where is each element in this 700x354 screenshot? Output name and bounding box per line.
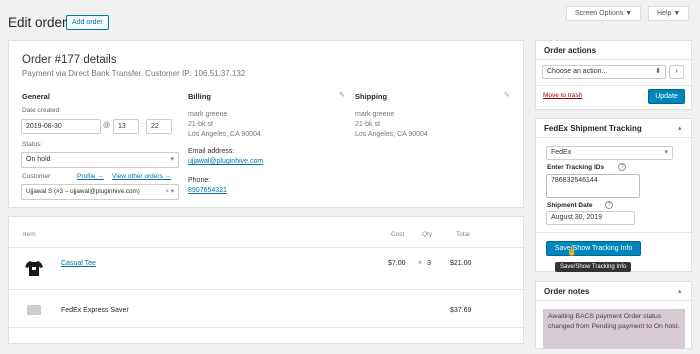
hour-input[interactable]: 13 — [113, 119, 139, 134]
col-qty: Qty — [422, 231, 433, 238]
col-item: Item — [23, 231, 36, 238]
status-label: Status: — [22, 141, 43, 148]
view-other-orders-link[interactable]: View other orders → — [112, 173, 171, 180]
items-divider — [9, 289, 523, 290]
clear-icon[interactable]: × ▾ — [165, 185, 174, 199]
shipping-name: mark greene — [355, 111, 395, 118]
collapse-toggle-icon[interactable]: ▴ — [678, 287, 682, 295]
order-notes-panel: Order notes ▴ Awaiting BACS payment Orde… — [535, 281, 692, 349]
fedex-tracking-panel: FedEx Shipment Tracking ▴ FedEx ▾ Enter … — [535, 118, 692, 272]
col-total: Total — [456, 231, 470, 238]
time-colon: : — [141, 122, 143, 129]
order-action-value: Choose an action... — [547, 68, 608, 75]
save-show-tracking-button[interactable]: Save/Show Tracking Info — [546, 241, 641, 256]
shipping-city: Los Angeles, CA 90004 — [355, 131, 428, 138]
general-heading: General — [22, 92, 50, 101]
order-data-panel: Order #177 details Payment via Direct Ba… — [8, 40, 524, 208]
billing-address: mark greene 21-bk st Los Angeles, CA 900… — [188, 110, 261, 140]
help-icon[interactable]: ? — [605, 201, 613, 209]
shipping-address: mark greene 21-bk st Los Angeles, CA 900… — [355, 110, 428, 140]
apply-action-button[interactable]: › — [669, 65, 684, 79]
minute-input[interactable]: 22 — [146, 119, 172, 134]
carrier-value: FedEx — [551, 149, 572, 156]
help-button[interactable]: Help ▼ — [648, 6, 690, 21]
profile-link[interactable]: Profile → — [77, 173, 104, 180]
order-actions-heading: Order actions — [544, 46, 597, 55]
tee-thumbnail — [23, 257, 45, 279]
order-action-select[interactable]: Choose an action... ⬍ — [542, 65, 666, 79]
shipping-street: 21-bk st — [355, 121, 380, 128]
shipping-heading: Shipping — [355, 92, 388, 101]
item-total: $21.00 — [450, 260, 472, 267]
order-actions-divider — [536, 59, 691, 60]
update-button[interactable]: Update — [648, 89, 685, 104]
shipment-date-label: Shipment Date — [547, 202, 593, 209]
item-name-link[interactable]: Casual Tee — [61, 260, 96, 267]
order-items-panel: Item Cost Qty Total Casual Tee $7.00 × 3… — [8, 216, 524, 344]
fedex-divider-2 — [536, 232, 691, 233]
carrier-select[interactable]: FedEx ▾ — [546, 146, 673, 160]
help-icon[interactable]: ? — [618, 163, 626, 171]
add-order-button[interactable]: Add order — [66, 15, 109, 30]
order-actions-panel: Order actions Choose an action... ⬍ › Mo… — [535, 40, 692, 110]
item-cost: $7.00 — [388, 260, 406, 267]
edit-billing-pencil-icon[interactable]: ✎ — [339, 91, 345, 99]
shipping-total: $37.69 — [450, 307, 472, 314]
customer-value: Ujjawal S (#3 – ujjawal@pluginhive.com) — [26, 188, 140, 195]
order-notes-heading: Order notes — [544, 287, 590, 296]
date-created-input[interactable]: 2019-08-30 — [21, 119, 101, 134]
edit-shipping-pencil-icon[interactable]: ✎ — [504, 91, 510, 99]
screen-options-button[interactable]: Screen Options ▼ — [566, 6, 642, 21]
cursor-hand-icon: ☝ — [567, 247, 577, 256]
date-created-label: Date created: — [22, 107, 62, 114]
billing-city: Los Angeles, CA 90004 — [188, 131, 261, 138]
email-label: Email address: — [188, 148, 235, 155]
order-actions-divider-2 — [536, 85, 691, 86]
select-arrows-icon: ⬍ — [655, 68, 661, 75]
fedex-divider — [536, 137, 691, 138]
col-cost: Cost — [391, 231, 405, 238]
billing-name: mark greene — [188, 111, 228, 118]
move-to-trash-link[interactable]: Move to trash — [543, 92, 582, 99]
customer-select[interactable]: Ujjawal S (#3 – ujjawal@pluginhive.com) … — [21, 184, 179, 200]
billing-heading: Billing — [188, 92, 211, 101]
page-title: Edit order — [8, 15, 67, 30]
billing-street: 21-bk st — [188, 121, 213, 128]
collapse-toggle-icon[interactable]: ▴ — [678, 124, 682, 132]
at-sign: @ — [103, 122, 111, 129]
shipping-method-name: FedEx Express Saver — [61, 307, 129, 314]
customer-label: Customer: — [22, 173, 52, 180]
billing-phone-link[interactable]: 8907654321 — [188, 187, 227, 194]
order-note: Awaiting BACS payment Order status chang… — [543, 309, 685, 349]
billing-email-link[interactable]: ujjawal@pluginhive.com — [188, 158, 263, 165]
order-title: Order #177 details — [22, 54, 117, 66]
phone-label: Phone: — [188, 177, 211, 184]
shipping-divider — [9, 327, 523, 328]
fedex-heading: FedEx Shipment Tracking — [544, 124, 642, 133]
order-subtitle: Payment via Direct Bank Transfer. Custom… — [22, 69, 246, 78]
shipping-icon — [27, 305, 41, 315]
item-qty: 3 — [427, 260, 431, 267]
status-value: On hold — [26, 156, 51, 163]
item-times: × — [418, 260, 423, 267]
shipment-date-input[interactable]: August 30, 2019 — [546, 211, 635, 225]
tracking-ids-label: Enter Tracking IDs — [547, 164, 605, 171]
notes-divider — [536, 300, 691, 301]
header-divider — [9, 247, 523, 248]
chevron-down-icon: ▾ — [170, 156, 174, 163]
tracking-ids-textarea[interactable]: 786832546144 — [546, 174, 640, 198]
status-select[interactable]: On hold ▾ — [21, 152, 179, 168]
chevron-down-icon: ▾ — [664, 149, 668, 156]
tracking-tooltip: Save/Show Tracking Info — [555, 262, 632, 272]
